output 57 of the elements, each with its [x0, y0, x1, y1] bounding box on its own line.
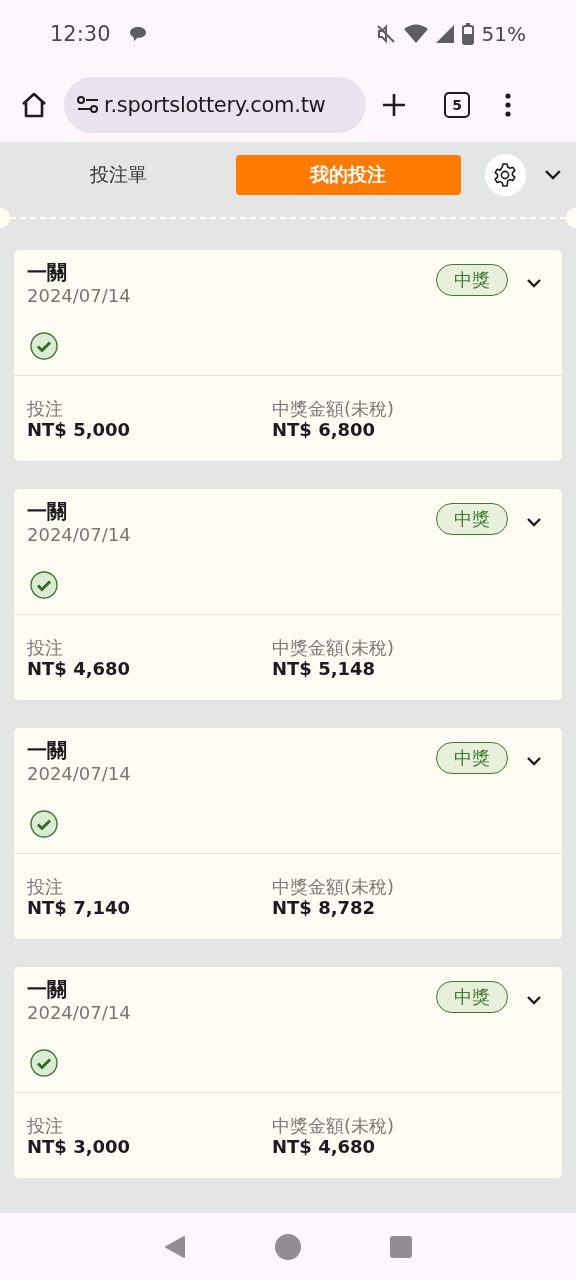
payout-label: 中獎金額(未稅) [272, 399, 396, 419]
bet-type: 一關 [27, 499, 68, 523]
payout-label: 中獎金額(未稅) [272, 1116, 396, 1136]
battery-percent: 51% [481, 22, 526, 46]
stake-amount: NT$ 5,000 [27, 419, 132, 441]
payout-label: 中獎金額(未稅) [272, 877, 396, 897]
stake-label: 投注 [27, 1116, 64, 1136]
payout-amount: NT$ 6,800 [272, 419, 377, 441]
stake-label: 投注 [27, 399, 64, 419]
bet-date: 2024/07/14 [27, 1001, 132, 1025]
chevron-down-icon[interactable] [544, 169, 562, 181]
home-icon[interactable] [20, 91, 48, 119]
stake-amount: NT$ 4,680 [27, 658, 132, 680]
check-icon [30, 810, 58, 838]
mute-icon [375, 24, 396, 44]
bet-date: 2024/07/14 [27, 284, 132, 308]
status-badge: 中獎 [436, 264, 508, 296]
chat-bubble-icon [128, 26, 147, 42]
recents-icon[interactable] [389, 1235, 412, 1258]
status-time: 12:30 [50, 22, 111, 46]
payout-amount: NT$ 4,680 [272, 1136, 377, 1158]
tab[interactable]: 投注單 [14, 155, 223, 195]
home-button-icon[interactable] [275, 1233, 301, 1260]
bet-type: 一關 [27, 977, 68, 1001]
site-settings-icon[interactable] [76, 95, 100, 115]
check-icon [30, 332, 58, 360]
bet-type: 一關 [27, 738, 68, 762]
tab-count-button[interactable]: 5 [444, 92, 470, 118]
back-icon[interactable] [164, 1234, 187, 1259]
battery-icon [461, 23, 474, 45]
bet-type: 一關 [27, 260, 68, 284]
payout-amount: NT$ 8,782 [272, 897, 377, 919]
settings-button[interactable] [484, 154, 527, 196]
status-badge: 中獎 [436, 742, 508, 774]
url-text: r.sportslottery.com.tw [104, 93, 326, 117]
payout-label: 中獎金額(未稅) [272, 638, 396, 658]
stake-amount: NT$ 7,140 [27, 897, 132, 919]
chevron-down-icon[interactable] [526, 995, 542, 1005]
chevron-down-icon[interactable] [526, 278, 542, 288]
stake-label: 投注 [27, 638, 64, 658]
check-icon [30, 571, 58, 599]
wifi-icon [403, 24, 428, 44]
chevron-down-icon[interactable] [526, 756, 542, 766]
address-bar[interactable]: r.sportslottery.com.tw [64, 77, 366, 133]
more-icon[interactable] [504, 93, 512, 117]
status-badge: 中獎 [436, 503, 508, 535]
check-icon [30, 1049, 58, 1077]
stake-amount: NT$ 3,000 [27, 1136, 132, 1158]
chevron-down-icon[interactable] [526, 517, 542, 527]
settings-icon[interactable] [492, 162, 519, 188]
new-tab-icon[interactable] [382, 93, 406, 117]
payout-amount: NT$ 5,148 [272, 658, 377, 680]
stake-label: 投注 [27, 877, 64, 897]
bet-date: 2024/07/14 [27, 523, 132, 547]
status-badge: 中獎 [436, 981, 508, 1013]
bet-date: 2024/07/14 [27, 762, 132, 786]
signal-icon [435, 24, 454, 44]
